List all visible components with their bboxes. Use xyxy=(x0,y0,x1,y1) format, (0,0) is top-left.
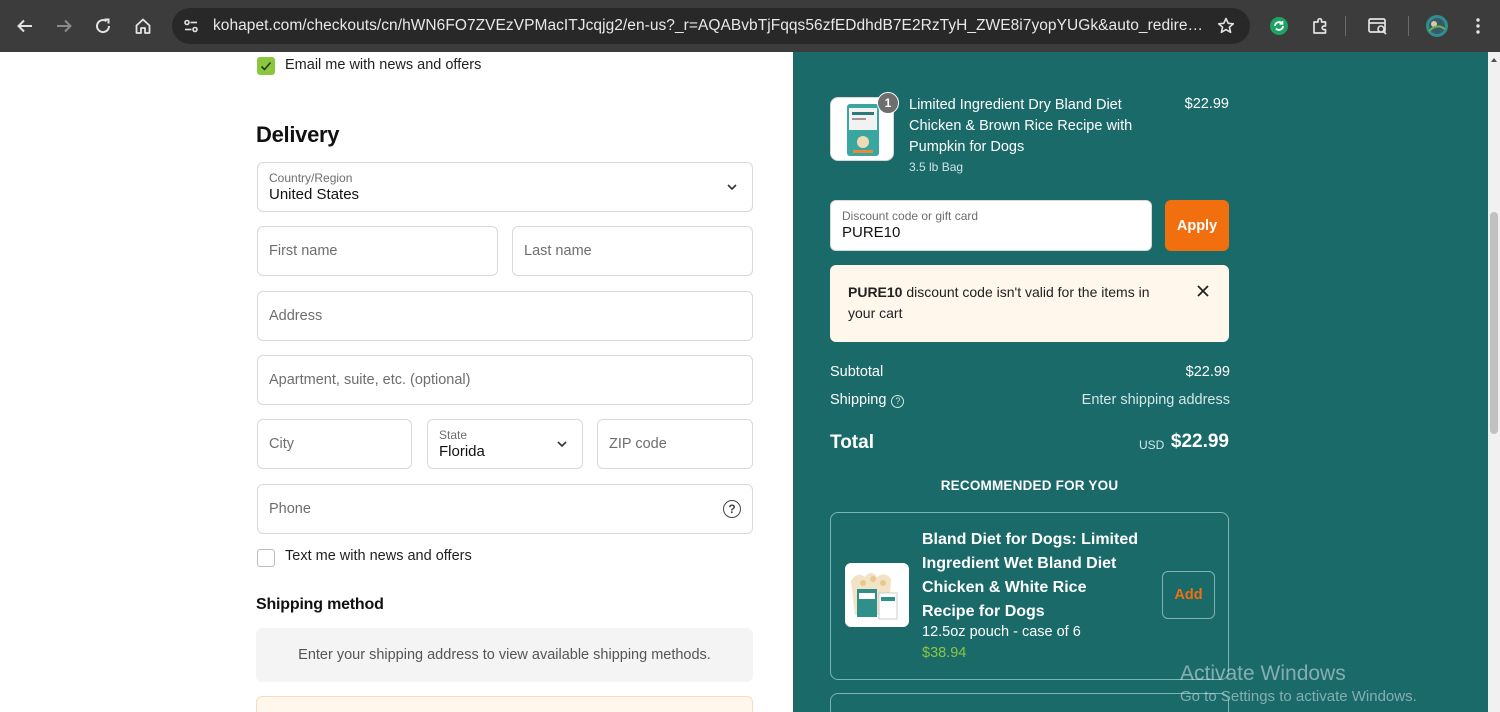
recommended-heading: RECOMMENDED FOR YOU xyxy=(940,478,1119,493)
apartment-placeholder: Apartment, suite, etc. (optional) xyxy=(269,372,471,388)
shipping-row: Shipping? xyxy=(830,392,905,408)
back-button[interactable] xyxy=(9,10,41,42)
recommended-product-image xyxy=(845,563,909,627)
zip-input[interactable]: ZIP code xyxy=(597,419,753,469)
recommended-product-variant: 12.5oz pouch - case of 6 xyxy=(922,624,1081,640)
apartment-input[interactable]: Apartment, suite, etc. (optional) xyxy=(257,355,753,405)
tab-search-icon xyxy=(1368,18,1387,35)
toolbar-divider xyxy=(1408,16,1409,36)
home-icon xyxy=(135,18,151,34)
discount-value: PURE10 xyxy=(842,224,901,241)
country-value: United States xyxy=(269,186,360,203)
scroll-up-arrow-icon[interactable] xyxy=(1490,56,1498,64)
delivery-heading: Delivery xyxy=(256,122,340,147)
bookmark-star-icon[interactable] xyxy=(1216,16,1236,36)
apply-discount-button[interactable]: Apply xyxy=(1165,200,1229,251)
page-scrollbar[interactable] xyxy=(1488,52,1500,712)
subtotal-value: $22.99 xyxy=(1185,364,1230,380)
notice-box-partial xyxy=(256,696,753,712)
recommended-product-card xyxy=(830,693,1229,712)
first-name-placeholder: First name xyxy=(269,243,338,259)
email-offers-label[interactable]: Email me with news and offers xyxy=(285,57,481,73)
activate-windows-watermark: Activate Windows Go to Settings to activ… xyxy=(1180,662,1417,705)
phone-placeholder: Phone xyxy=(269,501,311,517)
discount-error-text: PURE10 discount code isn't valid for the… xyxy=(848,282,1168,324)
reload-icon xyxy=(96,18,111,34)
checkmark-icon xyxy=(260,61,272,71)
text-offers-checkbox[interactable] xyxy=(257,549,275,567)
shipping-method-notice: Enter your shipping address to view avai… xyxy=(256,628,753,682)
add-recommended-button[interactable]: Add xyxy=(1162,571,1215,619)
total-label: Total xyxy=(830,432,874,453)
back-arrow-icon xyxy=(17,19,32,33)
last-name-input[interactable]: Last name xyxy=(512,226,753,276)
home-button[interactable] xyxy=(127,10,159,42)
profile-button[interactable] xyxy=(1421,10,1453,42)
toolbar-divider xyxy=(1345,16,1346,36)
extension-sync-button[interactable] xyxy=(1263,10,1295,42)
total-value: $22.99 xyxy=(1170,431,1229,452)
reload-button[interactable] xyxy=(87,10,119,42)
email-offers-checkbox[interactable] xyxy=(257,57,275,75)
question-icon[interactable]: ? xyxy=(891,395,905,408)
chevron-down-icon xyxy=(557,441,567,448)
scrollbar-thumb[interactable] xyxy=(1490,212,1498,434)
product-name: Limited Ingredient Dry Bland Diet Chicke… xyxy=(909,97,1133,155)
subtotal-label: Subtotal xyxy=(830,364,884,380)
search-tabs-button[interactable] xyxy=(1362,10,1394,42)
recommended-product-price: $38.94 xyxy=(922,645,967,661)
state-value: Florida xyxy=(439,443,485,460)
wet-food-pouch-icon xyxy=(851,573,898,620)
browser-toolbar: kohapet.com/checkouts/cn/hWN6FO7ZVEzVPMa… xyxy=(0,0,1500,52)
order-summary: 1 Limited Ingredient Dry Bland Diet Chic… xyxy=(793,52,1488,712)
url-text[interactable]: kohapet.com/checkouts/cn/hWN6FO7ZVEzVPMa… xyxy=(213,17,1203,35)
first-name-input[interactable]: First name xyxy=(257,226,498,276)
text-offers-label[interactable]: Text me with news and offers xyxy=(285,548,472,564)
recommended-product-name: Bland Diet for Dogs: Limited Ingredient … xyxy=(922,531,1138,620)
state-select[interactable]: State Florida xyxy=(427,419,583,469)
forward-arrow-icon xyxy=(57,19,72,33)
discount-error-banner: PURE10 discount code isn't valid for the… xyxy=(830,265,1229,342)
discount-label: Discount code or gift card xyxy=(842,209,979,223)
quantity-badge: 1 xyxy=(877,92,899,114)
state-label: State xyxy=(439,428,468,442)
puzzle-icon xyxy=(1313,17,1327,34)
last-name-placeholder: Last name xyxy=(524,243,592,259)
phone-input[interactable]: Phone ? xyxy=(257,484,753,534)
checkout-form: Email me with news and offers Delivery C… xyxy=(0,52,793,712)
shipping-value: Enter shipping address xyxy=(1081,392,1230,408)
recommended-product-card: Bland Diet for Dogs: Limited Ingredient … xyxy=(830,512,1229,680)
country-label: Country/Region xyxy=(269,171,353,185)
address-bar[interactable]: kohapet.com/checkouts/cn/hWN6FO7ZVEzVPMa… xyxy=(172,8,1250,44)
close-icon[interactable] xyxy=(1196,284,1210,298)
shipping-method-heading: Shipping method xyxy=(256,596,384,613)
shipping-label: Shipping xyxy=(830,392,887,408)
city-input[interactable]: City xyxy=(257,419,412,469)
extensions-button[interactable] xyxy=(1304,10,1336,42)
discount-code-input[interactable]: Discount code or gift card PURE10 xyxy=(830,200,1152,251)
zip-placeholder: ZIP code xyxy=(609,436,667,452)
forward-button[interactable] xyxy=(48,10,80,42)
profile-avatar-icon xyxy=(1426,15,1448,37)
error-code: PURE10 xyxy=(848,284,903,300)
address-placeholder: Address xyxy=(269,308,323,324)
kebab-menu-icon xyxy=(1476,18,1480,34)
sync-extension-icon xyxy=(1270,17,1288,35)
help-circle-icon[interactable]: ? xyxy=(723,500,741,518)
address-input[interactable]: Address xyxy=(257,291,753,341)
site-info-icon[interactable] xyxy=(180,15,202,37)
watermark-subtitle: Go to Settings to activate Windows. xyxy=(1180,688,1417,705)
country-select[interactable]: Country/Region United States xyxy=(257,162,753,212)
city-placeholder: City xyxy=(269,436,294,452)
menu-button[interactable] xyxy=(1462,10,1494,42)
chevron-down-icon xyxy=(727,184,737,191)
product-price: $22.99 xyxy=(1184,96,1229,112)
product-variant: 3.5 lb Bag xyxy=(909,160,964,174)
watermark-title: Activate Windows xyxy=(1180,662,1346,685)
total-currency: USD xyxy=(1139,438,1165,452)
